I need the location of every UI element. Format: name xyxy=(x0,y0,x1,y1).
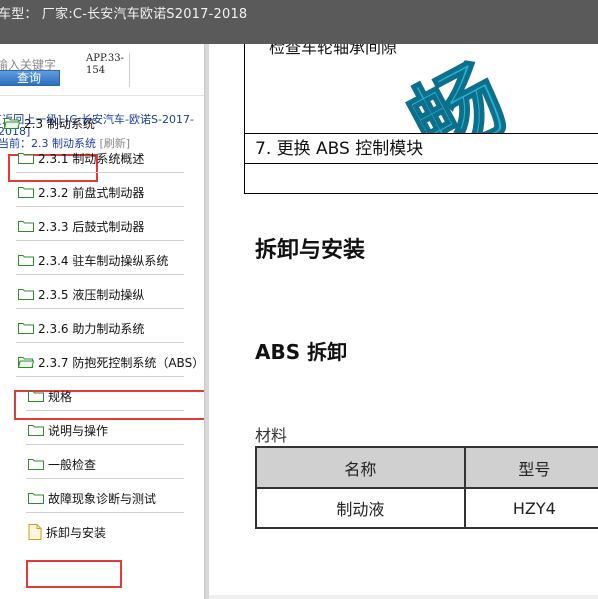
folder-icon xyxy=(18,152,34,164)
page-title: 拆卸与安装 xyxy=(255,238,366,263)
document-icon xyxy=(28,524,42,540)
tree-item-label: 2.3.5 液压制动操纵 xyxy=(38,287,145,302)
tree-divider xyxy=(16,342,184,343)
tree-item[interactable]: 规格 xyxy=(28,386,72,406)
tree-divider xyxy=(16,308,184,309)
tree-item-label: 一般检查 xyxy=(48,457,97,472)
tree-item[interactable]: 拆卸与安装 xyxy=(28,522,106,542)
highlight-box xyxy=(26,560,122,588)
step-7: 7. 更换 ABS 控制模块 xyxy=(245,134,598,164)
folder-icon xyxy=(28,458,44,470)
tree-item-label: 2.3.7 防抱死控制系统（ABS） xyxy=(38,355,205,370)
content-scrollbar[interactable] xyxy=(209,595,598,599)
tree-divider xyxy=(16,172,184,173)
tree-item[interactable]: 2.3 制动系统 xyxy=(4,113,95,133)
folder-icon xyxy=(18,220,34,232)
watermark-logo: 畅 xyxy=(395,45,524,134)
sidebar: 输入关键字 查询 APP.33-154 [返回上一级] [C-长安汽车-欧诺S-… xyxy=(0,44,205,599)
app-code: APP.33-154 xyxy=(86,53,130,87)
tree-item-label: 2.3.4 驻车制动操纵系统 xyxy=(38,253,169,268)
tree-item-label: 2.3.3 后鼓式制动器 xyxy=(38,219,145,234)
search-input[interactable]: 输入关键字 xyxy=(0,56,64,72)
tree-item[interactable]: 2.3.1 制动系统概述 xyxy=(18,148,144,168)
tree-item[interactable]: 2.3.5 液压制动操纵 xyxy=(18,284,144,304)
tree-item-label: 故障现象诊断与测试 xyxy=(48,491,157,506)
tree-item-label: 拆卸与安装 xyxy=(46,525,107,540)
tree-item[interactable]: 一般检查 xyxy=(28,454,96,474)
materials-label: 材料 xyxy=(255,426,288,445)
folder-icon xyxy=(28,492,44,504)
folder-icon xyxy=(18,186,34,198)
tree-item-label: 2.3.6 助力制动系统 xyxy=(38,321,145,336)
folder-icon xyxy=(28,390,44,402)
tree-item[interactable]: 2.3.4 驻车制动操纵系统 xyxy=(18,250,168,270)
tree-item[interactable]: 故障现象诊断与测试 xyxy=(28,488,156,508)
title-bar: 车型： 厂家:C-长安汽车欧诺S2017-2018 xyxy=(0,0,598,44)
table-cell: HZY4 xyxy=(463,487,598,529)
folder-icon xyxy=(18,288,34,300)
folder-icon xyxy=(28,424,44,436)
tree-divider xyxy=(16,240,184,241)
tree-item-label: 2.3.1 制动系统概述 xyxy=(38,151,145,166)
tree-item-label: 说明与操作 xyxy=(48,423,109,438)
tree-divider xyxy=(26,478,184,479)
tree-divider xyxy=(16,376,184,377)
tree-divider xyxy=(26,410,184,411)
tree-divider xyxy=(16,274,184,275)
tree-item[interactable]: 2.3.2 前盘式制动器 xyxy=(18,182,144,202)
tree-item-label: 2.3.2 前盘式制动器 xyxy=(38,185,145,200)
tree-divider xyxy=(26,444,184,445)
watermark-text: 畅 xyxy=(395,46,523,134)
table-header: 型号 xyxy=(463,446,598,489)
step-text: 检查车轮轴承间隙 xyxy=(269,44,398,57)
tree-divider xyxy=(16,206,184,207)
table-header-row: 名称 型号 xyxy=(255,446,598,489)
tree-item-label: 2.3 制动系统 xyxy=(24,116,95,131)
divider xyxy=(0,95,204,96)
table-cell: 制动液 xyxy=(255,487,466,529)
steps-table: 检查车轮轴承间隙 畅 7. 更换 ABS 控制模块 xyxy=(244,44,598,194)
search-button[interactable]: 查询 xyxy=(0,70,60,86)
tree-item[interactable]: 2.3.3 后鼓式制动器 xyxy=(18,216,144,236)
folder-icon xyxy=(18,322,34,334)
folder-icon xyxy=(18,254,34,266)
document-content: 检查车轮轴承间隙 畅 7. 更换 ABS 控制模块 拆卸与安装 ABS 拆卸 材… xyxy=(209,44,598,599)
window-title: 车型： 厂家:C-长安汽车欧诺S2017-2018 xyxy=(0,7,248,22)
folder-open-icon xyxy=(18,356,34,368)
section-heading: ABS 拆卸 xyxy=(255,340,348,364)
folder-open-icon xyxy=(4,117,20,129)
tree-item[interactable]: 2.3.6 助力制动系统 xyxy=(18,318,144,338)
steps-row: 检查车轮轴承间隙 畅 xyxy=(245,44,598,134)
tree-item[interactable]: 说明与操作 xyxy=(28,420,108,440)
table-row: 制动液 HZY4 xyxy=(255,487,598,529)
tree-divider xyxy=(26,512,184,513)
table-header: 名称 xyxy=(255,446,466,489)
materials-table: 名称 型号 制动液 HZY4 xyxy=(255,446,598,529)
tree-item-label: 规格 xyxy=(48,389,73,404)
tree-item[interactable]: 2.3.7 防抱死控制系统（ABS） xyxy=(18,352,204,372)
